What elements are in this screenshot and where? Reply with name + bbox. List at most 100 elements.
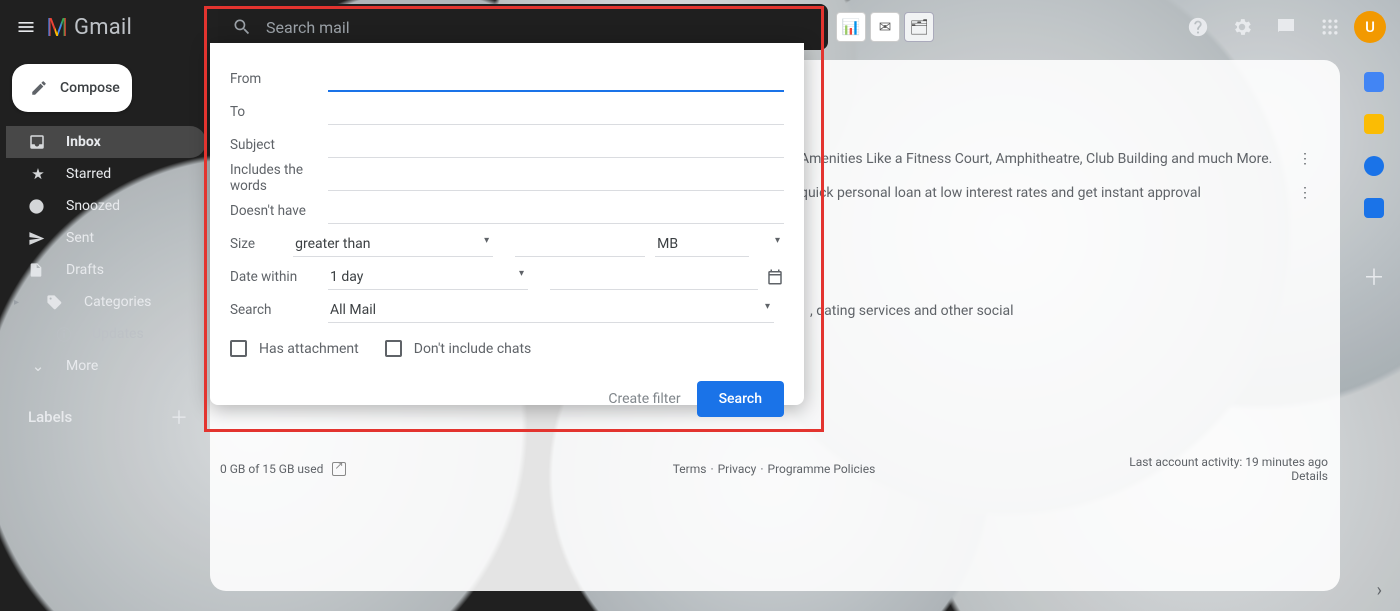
policies-link[interactable]: Programme Policies xyxy=(768,462,876,476)
inbox-icon xyxy=(28,133,48,151)
mail-row-fragment-3: , dating services and other social xyxy=(810,296,1320,326)
search-icon[interactable] xyxy=(232,17,252,37)
header-right: 📊 ✉ 🗂 U xyxy=(836,7,1386,47)
calendar-icon[interactable] xyxy=(1364,72,1384,92)
has-attachment-label: Has attachment xyxy=(259,341,359,357)
apps-grid-icon[interactable] xyxy=(1310,7,1350,47)
search-input[interactable] xyxy=(266,18,814,37)
has-attachment-checkbox[interactable]: Has attachment xyxy=(230,340,359,357)
from-input[interactable] xyxy=(328,66,784,92)
send-icon xyxy=(28,230,48,247)
collapse-panel-icon[interactable]: › xyxy=(1377,580,1382,601)
search-options-panel: From To Subject Includes the words Doesn… xyxy=(210,43,804,405)
sidebar-item-sent[interactable]: Sent xyxy=(6,222,206,254)
sidebar-item-snoozed[interactable]: Snoozed xyxy=(6,190,206,222)
chevron-right-icon: ▸ xyxy=(14,297,28,308)
compose-label: Compose xyxy=(60,80,120,96)
sidebar-item-starred[interactable]: ★ Starred xyxy=(6,158,206,190)
no-chats-label: Don't include chats xyxy=(414,341,532,357)
labels-title: Labels xyxy=(28,408,72,426)
clock-icon xyxy=(28,198,48,215)
sidebar-item-label: Starred xyxy=(66,166,111,182)
sidebar-item-label: Inbox xyxy=(66,134,101,150)
labels-header: Labels ＋ xyxy=(6,382,206,436)
gmail-logo[interactable]: M Gmail xyxy=(46,12,132,43)
keep-icon[interactable] xyxy=(1364,114,1384,134)
from-label: From xyxy=(230,71,328,87)
checkbox-icon xyxy=(230,340,247,357)
gmail-m-icon: M xyxy=(46,12,68,43)
row-more-icon[interactable]: ⋮ xyxy=(1290,151,1320,167)
size-label: Size xyxy=(230,236,293,252)
add-addon-icon[interactable]: ＋ xyxy=(1363,260,1385,292)
footer-links: Terms · Privacy · Programme Policies xyxy=(673,462,876,476)
sidebar-item-label: Updates xyxy=(92,326,144,342)
subject-label: Subject xyxy=(230,137,328,153)
mail-snippet: Amenities Like a Fitness Court, Amphithe… xyxy=(800,151,1272,167)
side-panel: ＋ xyxy=(1348,60,1400,292)
contacts-icon[interactable] xyxy=(1364,198,1384,218)
includes-words-input[interactable] xyxy=(328,165,784,191)
footer-right: Last account activity: 19 minutes ago De… xyxy=(1129,455,1328,483)
compose-button[interactable]: Compose xyxy=(12,64,132,112)
checkbox-icon xyxy=(385,340,402,357)
sidebar-item-more[interactable]: ⌄ More xyxy=(6,350,206,382)
pencil-icon xyxy=(30,79,48,97)
doesnt-have-label: Doesn't have xyxy=(230,203,328,219)
row-more-icon[interactable]: ⋮ xyxy=(1290,185,1320,201)
chat-status-icon[interactable] xyxy=(1266,7,1306,47)
size-value-input[interactable] xyxy=(515,231,645,257)
search-in-label: Search xyxy=(230,302,328,318)
terms-link[interactable]: Terms xyxy=(673,462,707,476)
calendar-picker-icon[interactable] xyxy=(766,268,784,286)
date-label: Date within xyxy=(230,269,328,285)
tasks-icon[interactable] xyxy=(1364,156,1384,176)
includes-label: Includes the words xyxy=(230,162,328,194)
tag-icon xyxy=(46,294,66,311)
create-filter-button[interactable]: Create filter xyxy=(608,391,680,407)
open-external-icon[interactable] xyxy=(332,462,346,476)
mail-row-fragment-2[interactable]: quick personal loan at low interest rate… xyxy=(800,178,1320,208)
help-icon[interactable] xyxy=(1178,7,1218,47)
chevron-down-icon: ⌄ xyxy=(28,357,48,375)
file-icon xyxy=(28,262,48,278)
activity-text: Last account activity: 19 minutes ago xyxy=(1129,455,1328,469)
sidebar-item-inbox[interactable]: Inbox xyxy=(6,126,206,158)
main-menu-icon[interactable] xyxy=(14,7,38,47)
no-chats-checkbox[interactable]: Don't include chats xyxy=(385,340,532,357)
sidebar-item-label: Sent xyxy=(66,230,94,246)
gmail-logo-text: Gmail xyxy=(74,15,132,40)
sidebar-item-label: Categories xyxy=(84,294,151,310)
date-input[interactable] xyxy=(550,264,758,290)
search-button[interactable]: Search xyxy=(697,381,784,417)
privacy-link[interactable]: Privacy xyxy=(718,462,757,476)
star-icon: ★ xyxy=(28,165,48,183)
settings-icon[interactable] xyxy=(1222,7,1262,47)
sidebar-item-label: Snoozed xyxy=(66,198,120,214)
doesnt-have-input[interactable] xyxy=(328,198,784,224)
sidebar: Compose Inbox ★ Starred Snoozed Sent Dra… xyxy=(6,60,206,436)
storage-text: 0 GB of 15 GB used xyxy=(220,462,346,477)
to-input[interactable] xyxy=(328,99,784,125)
extension-icon-2[interactable]: ✉ xyxy=(870,12,900,42)
size-operator-select[interactable]: greater than xyxy=(293,231,493,257)
date-range-select[interactable]: 1 day xyxy=(328,264,528,290)
sidebar-item-label: More xyxy=(66,358,98,374)
mail-snippet: quick personal loan at low interest rate… xyxy=(800,185,1201,201)
search-in-select[interactable]: All Mail xyxy=(328,297,774,323)
subject-input[interactable] xyxy=(328,132,784,158)
extension-icon-1[interactable]: 📊 xyxy=(836,12,866,42)
info-icon: ⓘ xyxy=(54,324,74,345)
add-label-icon[interactable]: ＋ xyxy=(170,404,188,430)
size-unit-select[interactable]: MB xyxy=(655,231,749,257)
details-link[interactable]: Details xyxy=(1291,469,1328,483)
to-label: To xyxy=(230,104,328,120)
footer: 0 GB of 15 GB used Terms · Privacy · Pro… xyxy=(220,447,1328,491)
sidebar-item-categories[interactable]: ▸ Categories xyxy=(6,286,206,318)
mail-snippet: , dating services and other social xyxy=(810,303,1014,319)
account-avatar[interactable]: U xyxy=(1354,11,1386,43)
sidebar-item-drafts[interactable]: Drafts xyxy=(6,254,206,286)
extension-icon-3[interactable]: 🗂 xyxy=(904,12,934,42)
sidebar-item-updates[interactable]: ⓘ Updates xyxy=(6,318,206,350)
mail-row-fragment-1[interactable]: Amenities Like a Fitness Court, Amphithe… xyxy=(800,144,1320,174)
